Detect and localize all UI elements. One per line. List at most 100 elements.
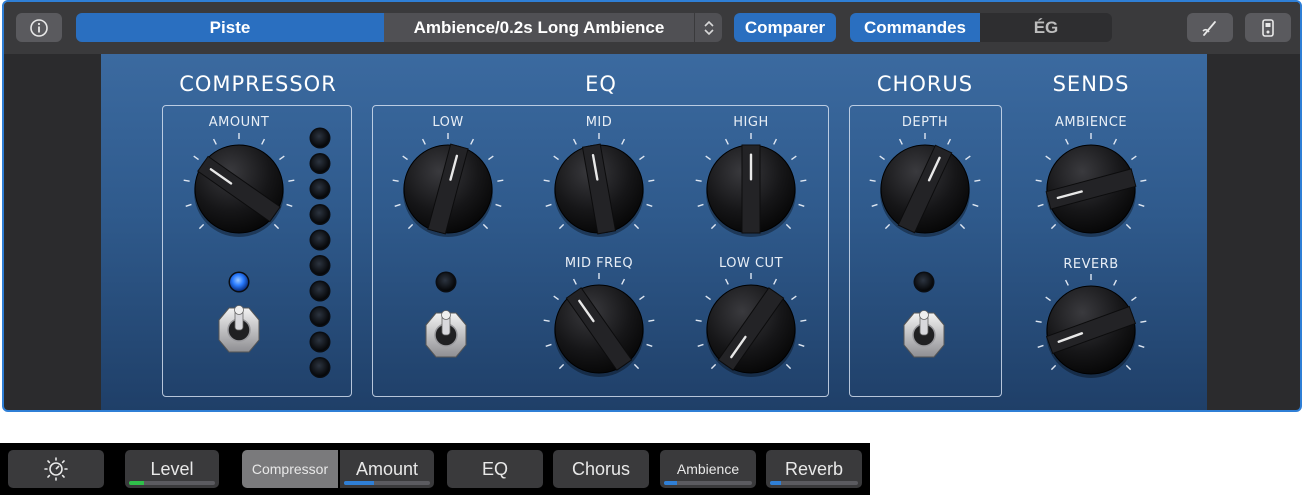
knob-tick [646, 203, 653, 207]
amount-meter-fill [344, 481, 375, 485]
level-meter-fill [129, 481, 145, 485]
compressor-led [230, 273, 248, 291]
plugin-window: Piste Ambience/0.2s Long Ambience Compar… [2, 0, 1302, 412]
ambience-meter [664, 481, 752, 485]
low-knob[interactable] [392, 133, 504, 237]
tuner-icon [1202, 20, 1216, 36]
high-knob[interactable] [695, 133, 807, 237]
knob-tick [697, 343, 704, 347]
knob-tick [543, 319, 550, 322]
touch-bar: Level Compressor Amount EQ Chorus Ambien… [0, 443, 870, 495]
knob-tick [1050, 364, 1057, 371]
knob-tick [1140, 320, 1147, 323]
knob-tick [646, 343, 653, 347]
knob-tick [279, 155, 285, 161]
knob-tick [273, 223, 280, 230]
knob-tick [288, 179, 295, 182]
knob-tick [1125, 364, 1132, 371]
track-tab-label: Piste [209, 17, 251, 37]
gain-reduction-led [311, 180, 329, 198]
knob-tick [800, 179, 807, 182]
knob-tick [407, 223, 414, 230]
eq-label-touchbar: EQ [481, 458, 508, 479]
chorus-label-touchbar: Chorus [571, 458, 631, 479]
level-meter [129, 481, 215, 485]
mid-knob[interactable] [543, 133, 655, 237]
toggle-tip [441, 310, 451, 320]
gain-reduction-led [311, 231, 329, 249]
knob-tick [1050, 223, 1057, 230]
knob-tick [648, 319, 655, 322]
knob-tick [959, 223, 966, 230]
touchbar-ambience-button[interactable]: Ambience [660, 450, 756, 488]
gain-reduction-led [311, 129, 329, 147]
knob-tick [621, 278, 626, 285]
reverb-knob[interactable] [1035, 274, 1147, 378]
eq-tab[interactable]: ÉG [980, 13, 1112, 42]
ambience-knob[interactable] [1035, 133, 1147, 237]
compressor-switch[interactable] [218, 305, 260, 353]
touchbar-settings-button[interactable] [8, 450, 104, 488]
pedal-icon [1262, 18, 1274, 37]
amount-meter [344, 481, 430, 485]
eq-tab-label: ÉG [1033, 17, 1059, 37]
low-cut-knob[interactable] [695, 273, 807, 377]
touchbar-eq-button[interactable]: EQ [447, 450, 543, 488]
knob-tick [697, 203, 704, 207]
chorus-led [915, 273, 933, 291]
track-tab[interactable]: Piste [76, 13, 384, 42]
knob-tick [1131, 155, 1137, 161]
knob-tick [705, 295, 711, 301]
knob-tick [1037, 203, 1044, 207]
knob-tick [421, 138, 426, 145]
depth-knob[interactable] [869, 133, 981, 237]
touchbar-chorus-button[interactable]: Chorus [553, 450, 649, 488]
compressor-label: Compressor [251, 461, 329, 477]
touchbar-compressor-button[interactable]: Compressor [242, 450, 338, 488]
chorus-switch[interactable] [903, 310, 945, 358]
eq-switch[interactable] [425, 310, 467, 358]
knob-tick [394, 203, 401, 207]
compare-button[interactable]: Comparer [734, 13, 836, 42]
tuner-button[interactable] [1187, 13, 1233, 42]
knob-tick [947, 138, 952, 145]
knob-tick [572, 278, 577, 285]
eq-led [437, 273, 455, 291]
knob-tick [972, 203, 979, 207]
knob-tick [773, 138, 778, 145]
effects-panel: COMPRESSOR EQ CHORUS SENDS AMOUNT LOW MI… [101, 54, 1207, 410]
touchbar-level-button[interactable]: Level [125, 450, 219, 488]
knob-tick [495, 203, 502, 207]
knob-tick [545, 203, 552, 207]
controls-tab[interactable]: Commandes [850, 13, 980, 42]
knob-tick [974, 179, 981, 182]
knob-tick [871, 203, 878, 207]
knob-tick [965, 155, 971, 161]
reverb-meter-fill [770, 481, 781, 485]
knob-tick [710, 363, 717, 370]
knob-tick [898, 138, 903, 145]
touchbar-reverb-button[interactable]: Reverb [766, 450, 862, 488]
knob-tick [1138, 203, 1145, 207]
up-down-chevron-icon [703, 20, 714, 35]
preset-stepper[interactable] [694, 13, 722, 42]
preset-selector[interactable]: Ambience/0.2s Long Ambience [384, 13, 694, 42]
info-button[interactable] [16, 13, 62, 42]
knob-tick [1037, 344, 1044, 348]
knob-tick [1045, 296, 1051, 302]
knob-tick [286, 203, 293, 207]
knob-tick [639, 295, 645, 301]
toggle-tip [919, 310, 929, 320]
knob-tick [543, 179, 550, 182]
controls-tab-label: Commandes [863, 17, 967, 37]
knob-tick [800, 319, 807, 322]
pedalboard-button[interactable] [1245, 13, 1291, 42]
knob-tick [572, 138, 577, 145]
gain-reduction-led [311, 256, 329, 275]
amount-knob[interactable] [183, 133, 295, 237]
mid-freq-knob[interactable] [543, 273, 655, 377]
knob-tick [633, 223, 640, 230]
touchbar-amount-button[interactable]: Amount [340, 450, 434, 488]
knob-tick [648, 179, 655, 182]
knob-tick [497, 179, 504, 182]
